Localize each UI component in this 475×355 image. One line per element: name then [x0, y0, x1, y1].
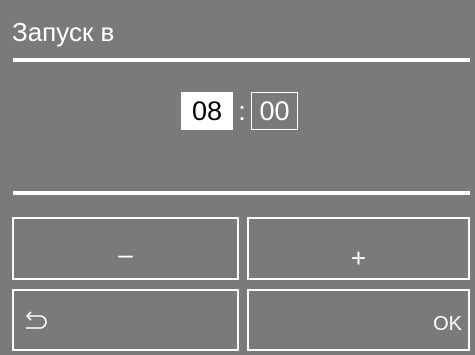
ok-button[interactable]: OK [247, 289, 470, 351]
time-separator: : [238, 96, 246, 126]
minutes-field[interactable]: 00 [251, 92, 298, 130]
decrease-label: – [118, 239, 133, 269]
ok-label: OK [433, 313, 462, 335]
content-divider [13, 191, 470, 195]
header-divider [13, 58, 470, 62]
time-display: 08 : 00 [0, 92, 475, 130]
increase-label: + [350, 243, 367, 273]
start-time-screen: Запуск в 08 : 00 – + OK [0, 0, 475, 355]
back-button[interactable] [12, 289, 239, 351]
increase-button[interactable]: + [247, 217, 470, 280]
page-title: Запуск в [12, 17, 115, 47]
hours-field[interactable]: 08 [181, 92, 233, 130]
back-arrow-icon [25, 311, 47, 329]
decrease-button[interactable]: – [12, 217, 239, 280]
